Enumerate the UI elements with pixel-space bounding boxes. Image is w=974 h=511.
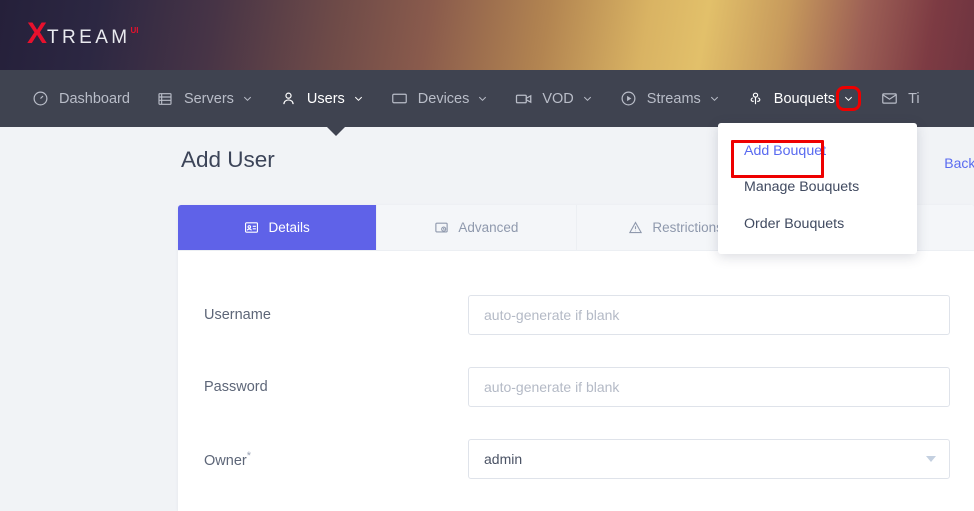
nav-label-streams: Streams xyxy=(646,90,701,107)
tab-details[interactable]: Details xyxy=(178,205,378,250)
chevron-down-icon xyxy=(926,456,936,462)
tab-label-restrictions: Restrictions xyxy=(652,220,723,235)
servers-icon xyxy=(156,89,175,108)
page-title: Add User xyxy=(181,147,275,172)
control-owner: admin xyxy=(468,439,950,479)
brand-header: X TREAM UI xyxy=(0,0,974,70)
streams-icon xyxy=(619,89,638,108)
nav-label-tickets: Ti xyxy=(908,90,920,107)
owner-selected-value: admin xyxy=(484,451,523,467)
tab-label-details: Details xyxy=(268,220,310,235)
label-password: Password xyxy=(204,379,268,395)
nav-item-users[interactable]: Users xyxy=(266,70,377,127)
nav-item-devices[interactable]: Devices xyxy=(377,70,502,127)
nav-label-servers: Servers xyxy=(183,90,234,107)
logo-superscript: UI xyxy=(130,26,139,35)
nav-item-dashboard[interactable]: Dashboard xyxy=(18,70,143,127)
label-owner: Owner* xyxy=(202,450,468,469)
password-input[interactable] xyxy=(468,367,950,407)
chevron-down-icon[interactable] xyxy=(709,93,720,104)
control-password xyxy=(468,367,950,407)
dropdown-item-order-bouquets[interactable]: Order Bouquets xyxy=(718,206,917,242)
nav-item-vod[interactable]: VOD xyxy=(501,70,605,127)
main-navigation: Dashboard Servers Users Devices VOD Stre… xyxy=(0,70,974,127)
chevron-down-icon[interactable] xyxy=(836,86,862,111)
add-user-form: Username Password Owner* admin xyxy=(178,251,974,495)
devices-icon xyxy=(390,89,409,108)
chevron-down-icon[interactable] xyxy=(242,93,253,104)
tickets-icon xyxy=(880,89,899,108)
owner-select[interactable]: admin xyxy=(468,439,950,479)
chevron-down-icon[interactable] xyxy=(353,93,364,104)
label-username: Username xyxy=(204,307,271,323)
username-input[interactable] xyxy=(468,295,950,335)
form-row-username: Username xyxy=(202,279,950,351)
users-active-indicator xyxy=(327,127,345,136)
nav-label-vod: VOD xyxy=(542,90,574,107)
nav-item-tickets[interactable]: Ti xyxy=(867,70,933,127)
bouquets-dropdown-menu: Add Bouquet Manage Bouquets Order Bouque… xyxy=(718,123,917,255)
dropdown-item-manage-bouquets[interactable]: Manage Bouquets xyxy=(718,169,917,205)
chevron-down-icon[interactable] xyxy=(477,93,488,104)
nav-item-servers[interactable]: Servers xyxy=(143,70,266,127)
label-owner-text: Owner xyxy=(204,452,247,469)
vod-icon xyxy=(514,89,533,108)
users-icon xyxy=(279,89,298,108)
xtream-logo[interactable]: X TREAM UI xyxy=(27,19,139,49)
nav-label-dashboard: Dashboard xyxy=(59,90,130,107)
form-row-password: Password xyxy=(202,351,950,423)
dropdown-item-add-bouquet[interactable]: Add Bouquet xyxy=(718,133,917,169)
control-username xyxy=(468,295,950,335)
restrictions-icon xyxy=(628,220,643,235)
nav-label-users: Users xyxy=(306,90,345,107)
bouquets-icon xyxy=(746,89,765,108)
nav-item-streams[interactable]: Streams xyxy=(606,70,733,127)
dashboard-icon xyxy=(31,89,50,108)
nav-item-bouquets[interactable]: Bouquets xyxy=(733,70,867,127)
nav-label-bouquets: Bouquets xyxy=(773,90,836,107)
nav-label-devices: Devices xyxy=(417,90,470,107)
form-row-owner: Owner* admin xyxy=(202,423,950,495)
logo-wordmark: TREAM xyxy=(47,27,131,48)
tab-advanced[interactable]: Advanced xyxy=(377,205,577,250)
details-icon xyxy=(244,220,259,235)
advanced-icon xyxy=(434,220,449,235)
logo-x-mark: X xyxy=(27,17,47,50)
back-to-users-link[interactable]: Back to Us xyxy=(944,155,974,171)
tab-label-advanced: Advanced xyxy=(458,220,519,235)
chevron-down-icon[interactable] xyxy=(582,93,593,104)
required-marker: * xyxy=(246,449,251,462)
